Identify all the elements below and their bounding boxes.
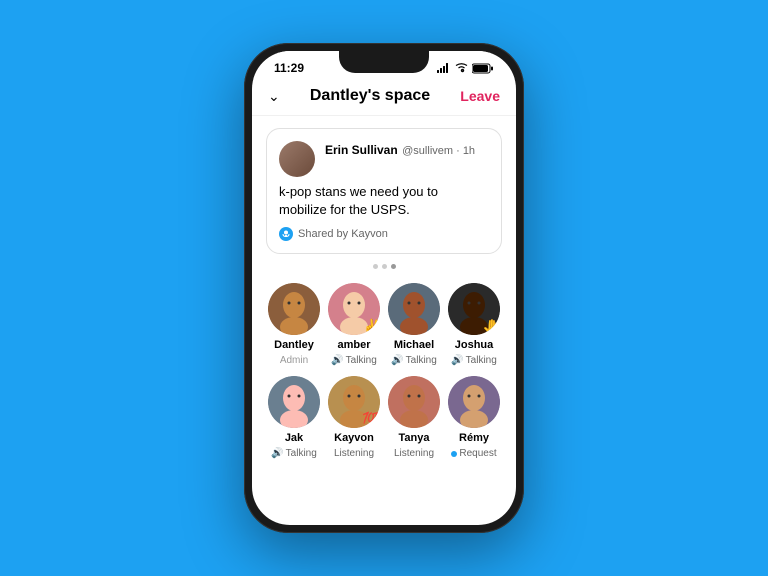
speaker-avatar <box>448 376 500 428</box>
speaker-avatar: 💯 <box>328 376 380 428</box>
speaker-item: Tanya Listening <box>386 376 442 459</box>
battery-icon <box>472 63 494 74</box>
speaker-name: amber <box>337 339 370 351</box>
speaker-name: Dantley <box>274 339 314 351</box>
speaker-avatar <box>268 376 320 428</box>
speaker-emoji: 🤚 <box>482 321 500 335</box>
speaker-avatar <box>388 283 440 335</box>
pagination-dots <box>266 264 502 269</box>
phone-frame: 11:29 <box>244 43 524 533</box>
shared-by: Shared by Kayvon <box>279 227 489 241</box>
status-bar: 11:29 <box>252 51 516 79</box>
speaker-name: Joshua <box>455 339 494 351</box>
speaker-status: 🔊 Talking <box>451 355 497 366</box>
speaker-emoji: ✌️ <box>362 321 380 335</box>
leave-button[interactable]: Leave <box>460 88 500 104</box>
speaker-item: ✌️ amber 🔊 Talking <box>326 283 382 366</box>
app-header: ⌄ Dantley's space Leave <box>252 79 516 116</box>
speaker-item: 💯 Kayvon Listening <box>326 376 382 459</box>
speaker-face <box>388 283 440 335</box>
avatar-image <box>279 141 315 177</box>
speakers-grid: Dantley Admin ✌️ amber 🔊 Talking Michael 🔊 Tal… <box>266 283 502 459</box>
speaker-emoji: 💯 <box>362 414 380 428</box>
tweet-meta: Erin Sullivan @sullivem · 1h <box>325 141 489 159</box>
speaker-item: Jak 🔊 Talking <box>266 376 322 459</box>
speaker-status: 🔊 Talking <box>271 448 317 459</box>
speaker-name: Kayvon <box>334 432 374 444</box>
tweet-card: Erin Sullivan @sullivem · 1h k-pop stans… <box>266 128 502 254</box>
wifi-icon <box>455 63 468 73</box>
speaker-status: Listening <box>334 448 374 459</box>
speaker-status: Request <box>451 448 496 459</box>
chevron-down-icon[interactable]: ⌄ <box>268 88 280 105</box>
content-area: Erin Sullivan @sullivem · 1h k-pop stans… <box>252 116 516 525</box>
speaker-avatar <box>388 376 440 428</box>
phone-screen: 11:29 <box>252 51 516 525</box>
tweet-author-handle: @sullivem · 1h <box>402 145 475 157</box>
status-icons <box>437 63 494 74</box>
speaker-avatar: ✌️ <box>328 283 380 335</box>
speaker-status: Listening <box>394 448 434 459</box>
tweet-text: k-pop stans we need you to mobilize for … <box>279 183 489 219</box>
mic-icon <box>281 229 291 239</box>
speaker-item: Michael 🔊 Talking <box>386 283 442 366</box>
speaker-status: Admin <box>280 355 308 366</box>
dot-1 <box>373 264 378 269</box>
dot-3 <box>391 264 396 269</box>
notch <box>339 51 429 73</box>
speaker-name: Rémy <box>459 432 489 444</box>
speaker-name: Jak <box>285 432 303 444</box>
speaker-face <box>388 376 440 428</box>
space-title: Dantley's space <box>310 87 430 105</box>
speaker-item: Rémy Request <box>446 376 502 459</box>
speaker-status: 🔊 Talking <box>331 355 377 366</box>
speaker-face <box>268 283 320 335</box>
dot-2 <box>382 264 387 269</box>
tweet-header: Erin Sullivan @sullivem · 1h <box>279 141 489 177</box>
speaker-face <box>448 376 500 428</box>
tweet-author-avatar <box>279 141 315 177</box>
status-time: 11:29 <box>274 61 304 75</box>
shared-by-text: Shared by Kayvon <box>298 228 388 240</box>
speaker-avatar <box>268 283 320 335</box>
signal-icon <box>437 63 451 73</box>
speaker-face <box>268 376 320 428</box>
speaker-avatar: 🤚 <box>448 283 500 335</box>
speaker-item: Dantley Admin <box>266 283 322 366</box>
speaker-name: Michael <box>394 339 434 351</box>
speaker-name: Tanya <box>399 432 430 444</box>
speaker-status: 🔊 Talking <box>391 355 437 366</box>
speaker-item: 🤚 Joshua 🔊 Talking <box>446 283 502 366</box>
tweet-author-name: Erin Sullivan <box>325 143 398 157</box>
shared-icon <box>279 227 293 241</box>
